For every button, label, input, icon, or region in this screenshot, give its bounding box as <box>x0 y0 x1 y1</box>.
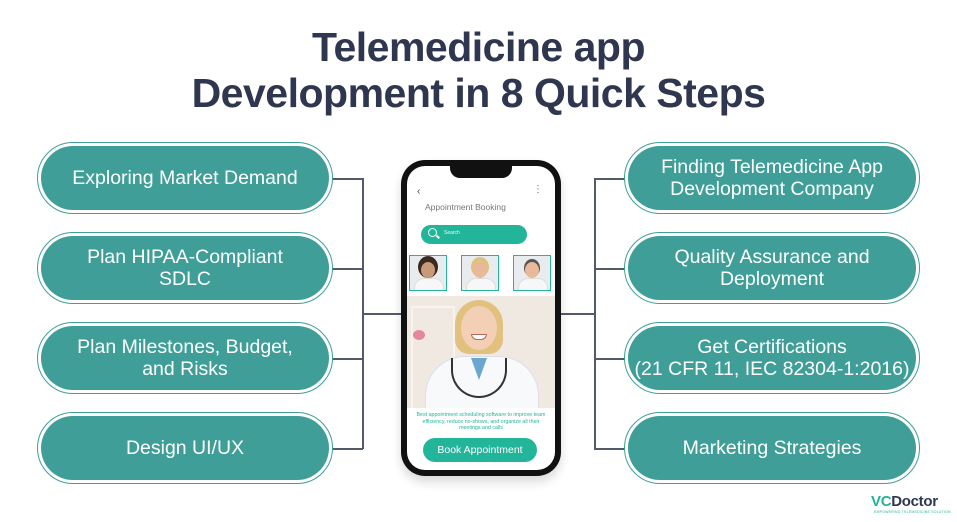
screen-title: Appointment Booking <box>425 202 506 212</box>
connector-right-phone <box>560 313 595 315</box>
step-exploring-market-demand: Exploring Market Demand <box>37 142 333 214</box>
logo-tagline: EMPOWERING TELEMEDICINE SOLUTION <box>874 510 951 514</box>
book-appointment-button[interactable]: Book Appointment <box>423 438 537 462</box>
phone-screen: ‹ ⋮ Appointment Booking Search Best appo… <box>407 166 555 470</box>
step-get-certifications: Get Certifications (21 CFR 11, IEC 82304… <box>624 322 920 394</box>
logo-prefix: VC <box>871 493 892 510</box>
connector-left-2 <box>331 268 363 270</box>
step-design-ui-ux: Design UI/UX <box>37 412 333 484</box>
step-marketing-strategies: Marketing Strategies <box>624 412 920 484</box>
connector-right-3 <box>594 358 626 360</box>
step-qa-deployment: Quality Assurance and Deployment <box>624 232 920 304</box>
phone-mockup: ‹ ⋮ Appointment Booking Search Best appo… <box>401 160 561 476</box>
doctor-thumbnail-2[interactable] <box>461 255 499 291</box>
connector-right-1 <box>594 178 626 180</box>
step-plan-milestones: Plan Milestones, Budget, and Risks <box>37 322 333 394</box>
step-label: Plan Milestones, Budget, and Risks <box>77 336 293 380</box>
search-icon <box>428 228 437 237</box>
step-label: Plan HIPAA-Compliant SDLC <box>87 246 283 290</box>
featured-doctor-photo <box>407 296 555 408</box>
step-finding-dev-company: Finding Telemedicine App Development Com… <box>624 142 920 214</box>
connector-right-4 <box>594 448 626 450</box>
title-line-2: Development in 8 Quick Steps <box>191 70 766 116</box>
step-label: Marketing Strategies <box>682 437 862 459</box>
connector-left-phone <box>362 313 402 315</box>
connector-right-2 <box>594 268 626 270</box>
step-label: Exploring Market Demand <box>72 167 298 189</box>
back-arrow-icon[interactable]: ‹ <box>417 186 420 197</box>
logo-suffix: Doctor <box>891 493 938 510</box>
more-options-icon[interactable]: ⋮ <box>533 184 543 195</box>
connector-left-3 <box>331 358 363 360</box>
step-label: Quality Assurance and Deployment <box>674 246 870 290</box>
step-plan-hipaa-sdlc: Plan HIPAA-Compliant SDLC <box>37 232 333 304</box>
app-description: Best appointment scheduling software to … <box>416 412 546 431</box>
title-line-1: Telemedicine app <box>311 24 646 70</box>
search-input[interactable]: Search <box>421 225 527 244</box>
step-label: Design UI/UX <box>125 437 245 459</box>
search-placeholder: Search <box>444 230 460 236</box>
step-label: Get Certifications (21 CFR 11, IEC 82304… <box>634 336 910 380</box>
step-label: Finding Telemedicine App Development Com… <box>661 156 883 200</box>
connector-left-4 <box>331 448 363 450</box>
phone-notch <box>450 166 512 178</box>
vcdoctor-logo: VCDoctor <box>871 493 938 510</box>
doctor-thumbnail-1[interactable] <box>409 255 447 291</box>
connector-left-1 <box>331 178 363 180</box>
doctor-thumbnail-3[interactable] <box>513 255 551 291</box>
